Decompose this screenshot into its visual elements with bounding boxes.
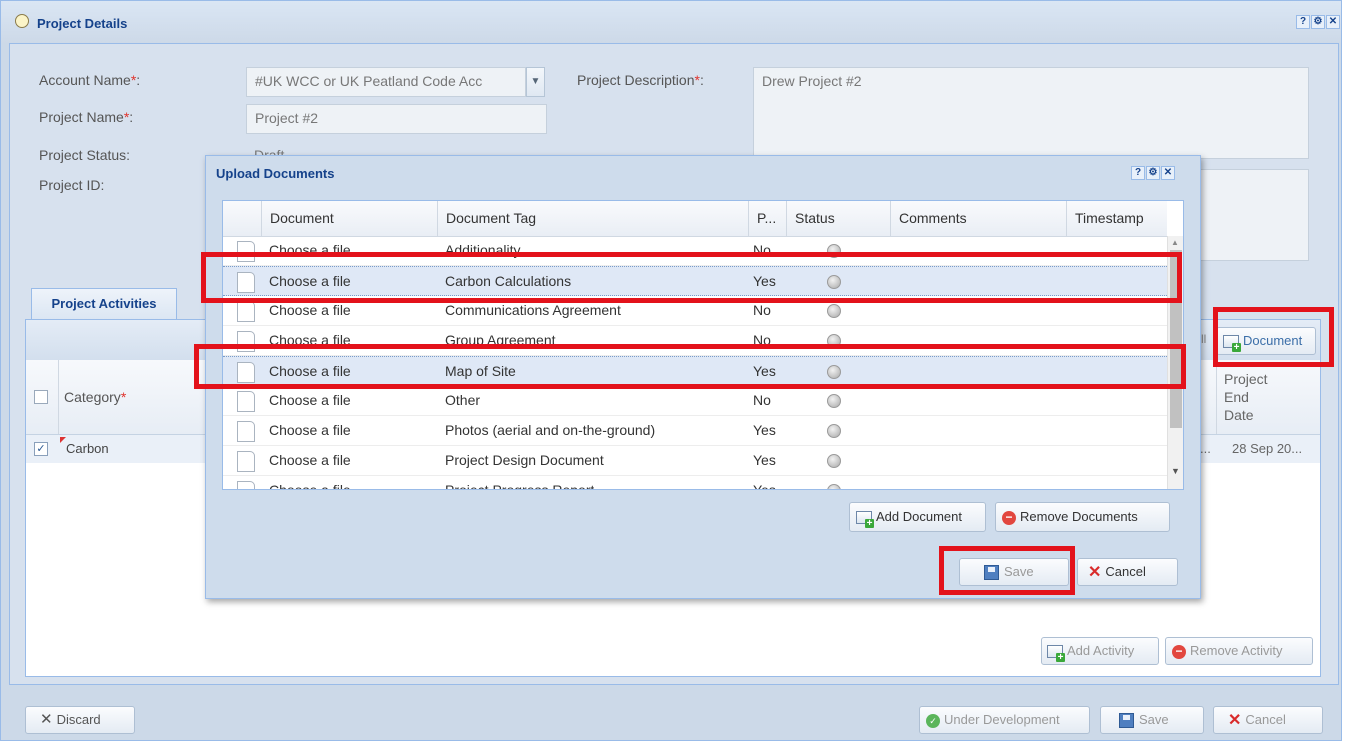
status-icon xyxy=(827,484,841,489)
row-ellipsis: ... xyxy=(1200,441,1211,456)
col-p[interactable]: P... xyxy=(748,201,786,236)
chevron-down-icon[interactable]: ▼ xyxy=(526,67,545,97)
col-comments[interactable]: Comments xyxy=(890,201,1066,236)
add-document-icon xyxy=(856,511,874,529)
col-document-tag[interactable]: Document Tag xyxy=(437,201,748,236)
col-status[interactable]: Status xyxy=(786,201,890,236)
col-timestamp[interactable]: Timestamp xyxy=(1066,201,1167,236)
close-icon[interactable]: ✕ xyxy=(1326,15,1340,29)
project-description-label: Project Description*: xyxy=(577,72,704,88)
gear-icon[interactable]: ⚙ xyxy=(1146,166,1160,180)
scroll-up-icon[interactable]: ▲ xyxy=(1171,238,1179,247)
project-description-textarea[interactable]: Drew Project #2 xyxy=(753,67,1309,159)
end-date-header[interactable]: Project End Date xyxy=(1224,370,1278,424)
remove-icon: − xyxy=(1002,510,1016,525)
header-divider xyxy=(1216,360,1217,434)
dialog-cancel-button[interactable]: ✕ Cancel xyxy=(1077,558,1178,586)
remove-icon: − xyxy=(1172,644,1186,659)
footer-cancel-button[interactable]: ✕ Cancel xyxy=(1213,706,1323,734)
document-tag: Project Progress Report xyxy=(445,482,595,490)
dialog-title: Upload Documents xyxy=(216,166,335,181)
row-checkbox[interactable]: ✓ xyxy=(34,442,48,456)
choose-file-link[interactable]: Choose a file xyxy=(269,386,351,415)
scroll-down-icon[interactable]: ▼ xyxy=(1171,466,1180,476)
check-icon: ✓ xyxy=(926,713,940,728)
gear-icon[interactable]: ⚙ xyxy=(1311,15,1325,29)
status-icon xyxy=(827,454,841,468)
close-icon[interactable]: ✕ xyxy=(1161,166,1175,180)
remove-activity-button[interactable]: − Remove Activity xyxy=(1165,637,1313,665)
footer-save-button[interactable]: Save xyxy=(1100,706,1204,734)
required-flag: No xyxy=(753,392,771,408)
remove-documents-button[interactable]: − Remove Documents xyxy=(995,502,1170,532)
project-name-input[interactable]: Project #2 xyxy=(246,104,547,134)
document-tag: Other xyxy=(445,392,481,408)
project-name-label: Project Name*: xyxy=(39,109,134,125)
required-flag: Yes xyxy=(753,422,776,438)
add-icon xyxy=(1047,645,1065,663)
lightbulb-icon xyxy=(15,14,29,28)
documents-grid-header: Document Document Tag P... Status Commen… xyxy=(223,201,1167,237)
status-icon xyxy=(827,394,841,408)
window-header: Project Details ? ⚙ ✕ xyxy=(1,1,1341,43)
add-document-button[interactable]: Add Document xyxy=(849,502,986,532)
header-divider xyxy=(58,360,59,434)
highlight-map-of-site xyxy=(194,344,1186,389)
under-development-button[interactable]: ✓ Under Development xyxy=(919,706,1090,734)
category-header[interactable]: Category* xyxy=(64,389,126,405)
choose-file-link[interactable]: Choose a file xyxy=(269,446,351,475)
file-icon xyxy=(237,481,255,489)
cancel-icon: ✕ xyxy=(1088,563,1102,581)
choose-file-link[interactable]: Choose a file xyxy=(269,476,351,489)
col-document[interactable]: Document xyxy=(261,201,437,236)
document-row[interactable]: Choose a file Other No xyxy=(223,386,1167,416)
toolbar-partial-text: ll xyxy=(1201,332,1207,346)
status-icon xyxy=(827,304,841,318)
required-flag: Yes xyxy=(753,482,776,490)
cancel-icon: ✕ xyxy=(1228,711,1242,729)
status-icon xyxy=(827,424,841,438)
required-flag: Yes xyxy=(753,452,776,468)
tab-project-activities[interactable]: Project Activities xyxy=(31,288,177,320)
select-all-checkbox[interactable] xyxy=(34,390,48,404)
account-name-label: Account Name*: xyxy=(39,72,141,88)
discard-button[interactable]: ✕ Discard xyxy=(25,706,135,734)
document-row[interactable]: Choose a file Project Design Document Ye… xyxy=(223,446,1167,476)
help-icon[interactable]: ? xyxy=(1296,15,1310,29)
row-category: Carbon xyxy=(66,441,109,456)
highlight-document-button xyxy=(1213,307,1334,367)
account-name-combo[interactable]: #UK WCC or UK Peatland Code Acc xyxy=(246,67,526,97)
document-row[interactable]: Choose a file Project Progress Report Ye… xyxy=(223,476,1167,490)
choose-file-link[interactable]: Choose a file xyxy=(269,416,351,445)
help-icon[interactable]: ? xyxy=(1131,166,1145,180)
document-tag: Project Design Document xyxy=(445,452,604,468)
row-end-date: 28 Sep 20... xyxy=(1232,441,1303,456)
window-title: Project Details xyxy=(37,16,128,31)
highlight-save-button xyxy=(939,546,1075,595)
highlight-carbon-calculations xyxy=(201,252,1182,303)
file-icon xyxy=(237,391,255,412)
add-activity-button[interactable]: Add Activity xyxy=(1041,637,1159,665)
save-icon xyxy=(1119,713,1134,729)
project-id-label: Project ID: xyxy=(39,177,105,193)
file-icon xyxy=(237,451,255,472)
file-icon xyxy=(237,421,255,442)
project-status-label: Project Status: xyxy=(39,147,131,163)
document-tag: Photos (aerial and on-the-ground) xyxy=(445,422,656,438)
document-row[interactable]: Choose a file Photos (aerial and on-the-… xyxy=(223,416,1167,446)
file-icon xyxy=(237,301,255,322)
close-icon: ✕ xyxy=(40,711,53,728)
